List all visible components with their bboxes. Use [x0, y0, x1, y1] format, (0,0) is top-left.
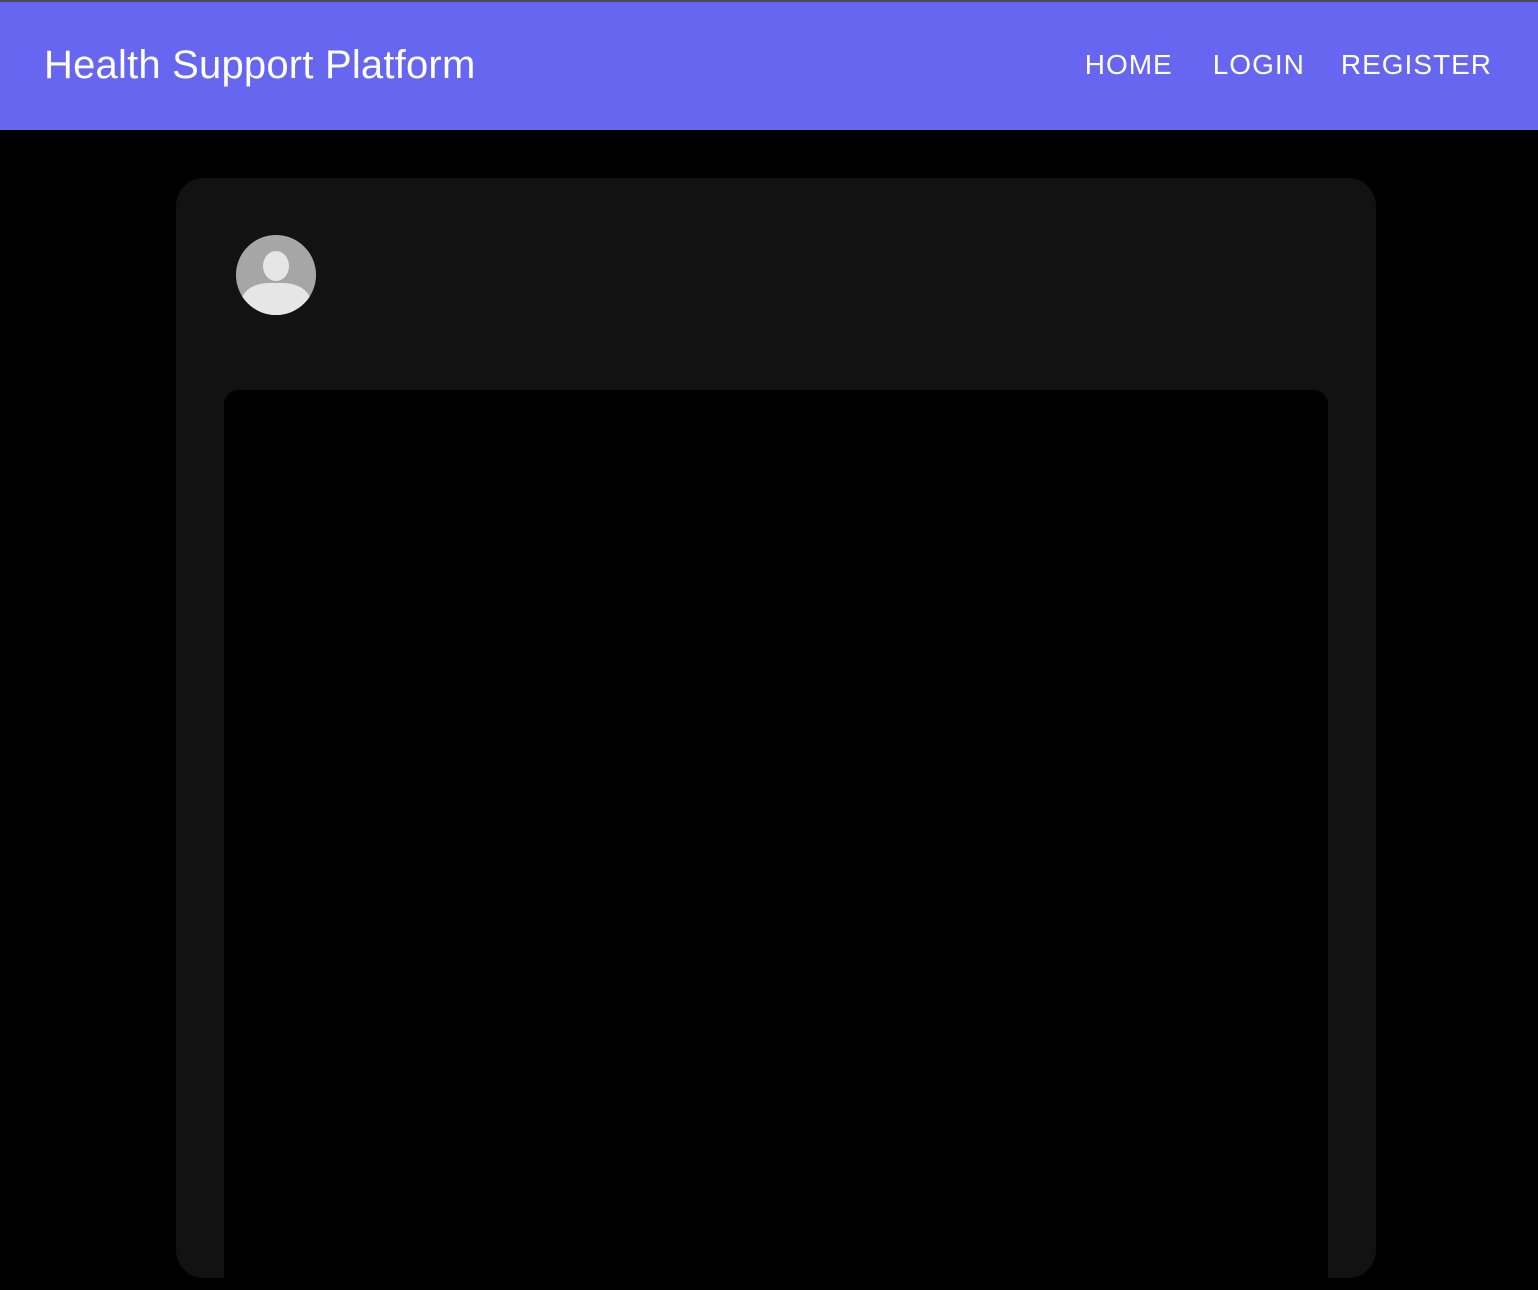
nav-login-link[interactable]: LOGIN: [1213, 41, 1305, 89]
user-avatar-icon[interactable]: [236, 235, 316, 315]
content-panel: [224, 390, 1328, 1290]
nav-home-link[interactable]: HOME: [1085, 41, 1173, 89]
main-nav: HOME LOGIN REGISTER: [1085, 41, 1492, 89]
profile-card: [176, 178, 1376, 1290]
site-title[interactable]: Health Support Platform: [44, 43, 475, 88]
nav-register-link[interactable]: REGISTER: [1341, 41, 1492, 89]
avatar-figure: [236, 235, 316, 315]
app-bar: Health Support Platform HOME LOGIN REGIS…: [0, 2, 1538, 130]
